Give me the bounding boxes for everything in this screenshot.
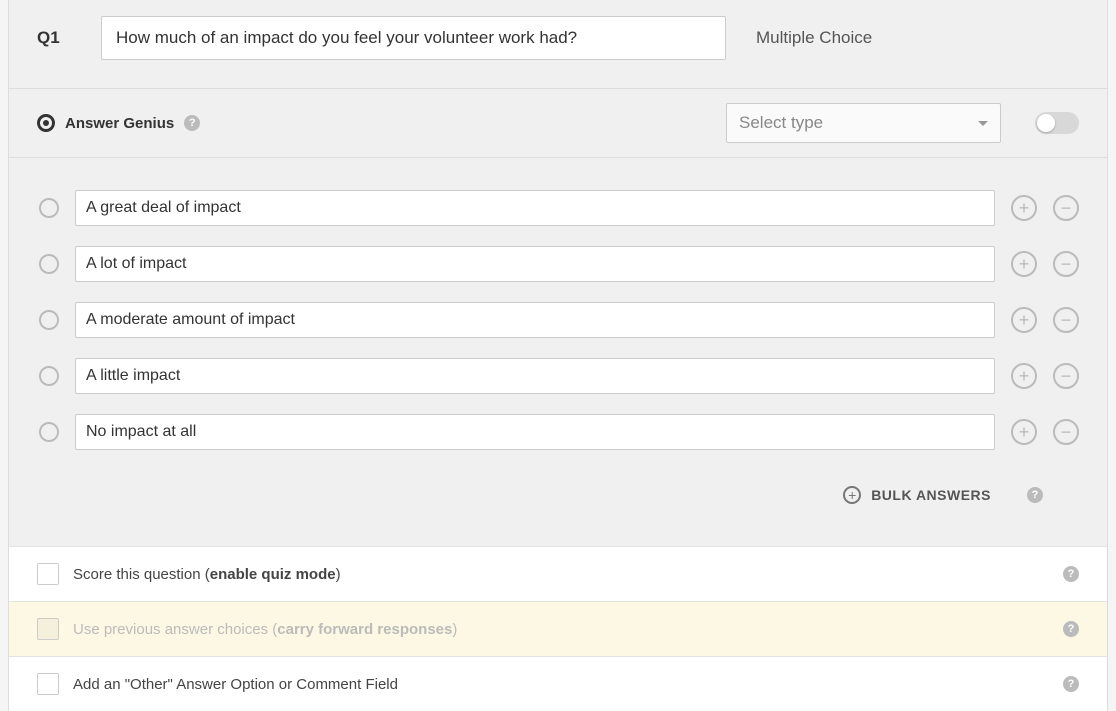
radio-icon[interactable] xyxy=(39,310,59,330)
help-icon[interactable]: ? xyxy=(1063,621,1079,637)
answer-input[interactable] xyxy=(75,302,995,338)
answer-row: + − xyxy=(37,358,1079,394)
help-icon[interactable]: ? xyxy=(184,115,200,131)
help-icon[interactable]: ? xyxy=(1063,566,1079,582)
answer-genius-bar: Answer Genius ? Select type xyxy=(9,88,1107,158)
remove-answer-button[interactable]: − xyxy=(1053,419,1079,445)
chevron-down-icon xyxy=(978,121,988,126)
answer-input[interactable] xyxy=(75,358,995,394)
question-type-label: Multiple Choice xyxy=(756,28,872,48)
carry-forward-option: Use previous answer choices (carry forwa… xyxy=(9,601,1107,656)
remove-answer-button[interactable]: − xyxy=(1053,307,1079,333)
add-answer-button[interactable]: + xyxy=(1011,195,1037,221)
radio-icon[interactable] xyxy=(39,422,59,442)
checkbox[interactable] xyxy=(37,673,59,695)
answer-row: + − xyxy=(37,302,1079,338)
question-text-input[interactable] xyxy=(101,16,726,60)
answer-genius-icon xyxy=(37,114,55,132)
radio-icon[interactable] xyxy=(39,254,59,274)
answer-list: + − + − + − + − + − + BULK xyxy=(9,158,1107,546)
option-label: Use previous answer choices (carry forwa… xyxy=(73,621,457,638)
remove-answer-button[interactable]: − xyxy=(1053,363,1079,389)
remove-answer-button[interactable]: − xyxy=(1053,195,1079,221)
answer-row: + − xyxy=(37,414,1079,450)
answer-input[interactable] xyxy=(75,190,995,226)
option-label: Score this question (enable quiz mode) xyxy=(73,566,341,583)
help-icon[interactable]: ? xyxy=(1063,676,1079,692)
answer-genius-label: Answer Genius xyxy=(65,115,174,132)
answer-row: + − xyxy=(37,246,1079,282)
select-placeholder: Select type xyxy=(739,113,823,133)
radio-icon[interactable] xyxy=(39,366,59,386)
answer-genius-type-select[interactable]: Select type xyxy=(726,103,1001,143)
question-number: Q1 xyxy=(37,28,77,48)
add-answer-button[interactable]: + xyxy=(1011,363,1037,389)
answer-input[interactable] xyxy=(75,246,995,282)
add-answer-button[interactable]: + xyxy=(1011,251,1037,277)
bulk-answers-row: + BULK ANSWERS ? xyxy=(37,470,1079,528)
add-answer-button[interactable]: + xyxy=(1011,307,1037,333)
checkbox[interactable] xyxy=(37,563,59,585)
question-editor: Q1 Multiple Choice Answer Genius ? Selec… xyxy=(8,0,1108,711)
help-icon[interactable]: ? xyxy=(1027,487,1043,503)
bulk-answers-button[interactable]: BULK ANSWERS xyxy=(871,487,991,503)
add-answer-button[interactable]: + xyxy=(1011,419,1037,445)
answer-input[interactable] xyxy=(75,414,995,450)
remove-answer-button[interactable]: − xyxy=(1053,251,1079,277)
checkbox xyxy=(37,618,59,640)
radio-icon[interactable] xyxy=(39,198,59,218)
answer-genius-toggle[interactable] xyxy=(1035,112,1079,134)
plus-icon: + xyxy=(843,486,861,504)
option-label: Add an "Other" Answer Option or Comment … xyxy=(73,676,398,693)
score-question-option[interactable]: Score this question (enable quiz mode) ? xyxy=(9,546,1107,601)
answer-row: + − xyxy=(37,190,1079,226)
question-header: Q1 Multiple Choice xyxy=(9,0,1107,88)
add-other-option[interactable]: Add an "Other" Answer Option or Comment … xyxy=(9,656,1107,711)
